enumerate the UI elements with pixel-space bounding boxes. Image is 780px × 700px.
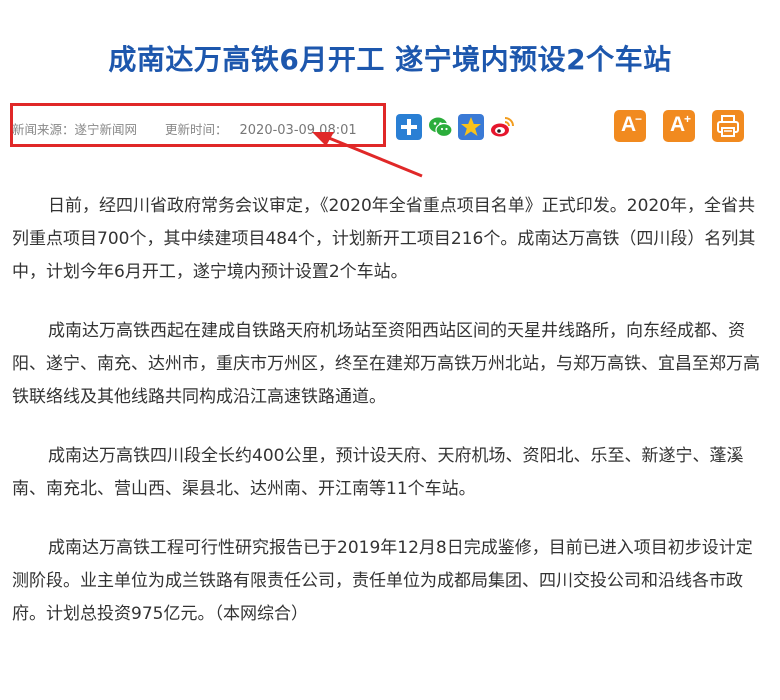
printer-icon <box>717 115 739 137</box>
font-increase-button[interactable]: A + <box>663 110 695 142</box>
article-paragraph: 成南达万高铁西起在建成自铁路天府机场站至资阳西站区间的天星井线路所，向东经成都、… <box>12 321 760 407</box>
article-title: 成南达万高铁6月开工 遂宁境内预设2个车站 <box>108 43 672 76</box>
qzone-star-icon[interactable] <box>458 114 484 140</box>
news-source: 新闻来源：遂宁新闻网 <box>12 122 138 137</box>
weibo-icon[interactable] <box>489 114 515 140</box>
article-body: 日前，经四川省政府常务会议审定，《2020年全省重点项目名单》正式印发。2020… <box>12 190 764 657</box>
update-time-label: 更新时间： <box>165 122 228 137</box>
print-button[interactable] <box>712 110 744 142</box>
article-paragraph: 成南达万高铁工程可行性研究报告已于2019年12月8日完成鉴修，目前已进入项目初… <box>12 538 753 624</box>
font-decrease-button[interactable]: A − <box>614 110 646 142</box>
share-plus-icon[interactable] <box>396 114 422 140</box>
article-paragraph: 成南达万高铁四川段全长约400公里，预计设天府、天府机场、资阳北、乐至、新遂宁、… <box>12 446 744 499</box>
article-paragraph: 日前，经四川省政府常务会议审定，《2020年全省重点项目名单》正式印发。2020… <box>12 196 756 282</box>
wechat-icon[interactable] <box>427 114 453 140</box>
